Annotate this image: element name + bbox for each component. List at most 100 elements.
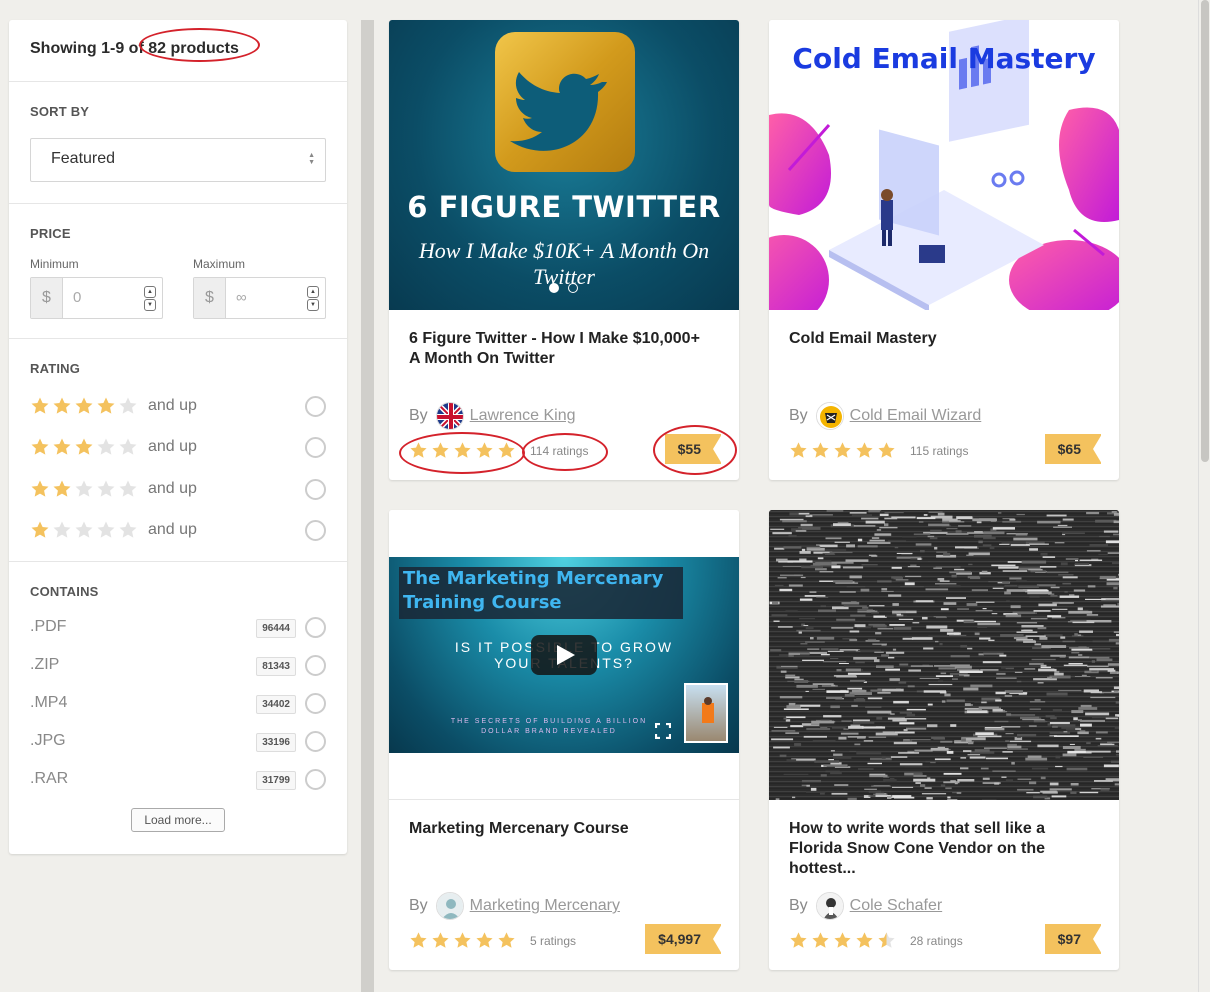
filetype-radio[interactable] bbox=[305, 693, 326, 714]
filetype-rar[interactable]: .RAR 31799 bbox=[30, 768, 326, 792]
product-rating: 28 ratings bbox=[789, 931, 963, 950]
filetype-label: .ZIP bbox=[30, 656, 60, 673]
product-author-line: By Lawrence King bbox=[409, 402, 576, 430]
presenter-thumbnail bbox=[684, 683, 728, 743]
star-icon bbox=[410, 442, 427, 458]
product-thumbnail[interactable] bbox=[769, 510, 1119, 800]
rating-radio[interactable] bbox=[305, 436, 326, 458]
author-avatar[interactable] bbox=[815, 402, 844, 430]
product-card[interactable]: The Marketing Mercenary Training Course … bbox=[389, 510, 739, 970]
step-down-icon[interactable]: ▼ bbox=[307, 298, 319, 311]
star-icon bbox=[454, 442, 471, 458]
star-icon bbox=[75, 438, 93, 455]
play-icon bbox=[557, 645, 575, 665]
product-thumbnail[interactable]: 6 FIGURE TWITTER How I Make $10K+ A Mont… bbox=[389, 20, 739, 310]
star-icon bbox=[97, 438, 115, 455]
sort-title: SORT BY bbox=[30, 104, 90, 119]
page-scrollbar[interactable] bbox=[1198, 0, 1210, 992]
filetype-label: .MP4 bbox=[30, 694, 68, 711]
star-icon bbox=[856, 442, 873, 458]
filetype-radio[interactable] bbox=[305, 731, 326, 752]
star-icon bbox=[53, 438, 71, 455]
static-noise-art bbox=[769, 510, 1119, 800]
rating-option-1[interactable]: and up bbox=[30, 518, 326, 542]
star-icon bbox=[432, 442, 449, 458]
star-icon bbox=[432, 932, 449, 948]
star-icon bbox=[53, 480, 71, 497]
rating-option-4[interactable]: and up bbox=[30, 394, 326, 418]
product-card[interactable]: 6 FIGURE TWITTER How I Make $10K+ A Mont… bbox=[389, 20, 739, 480]
filetype-label: .RAR bbox=[30, 770, 69, 787]
filetype-count: 31799 bbox=[256, 771, 296, 790]
scrollbar-thumb[interactable] bbox=[1201, 0, 1209, 462]
uk-flag-icon bbox=[436, 403, 463, 429]
rating-radio[interactable] bbox=[305, 395, 326, 417]
currency-symbol: $ bbox=[194, 278, 226, 318]
video-player[interactable]: The Marketing Mercenary Training Course … bbox=[389, 557, 739, 753]
rating-radio[interactable] bbox=[305, 519, 326, 541]
product-title[interactable]: 6 Figure Twitter - How I Make $10,000+ A… bbox=[409, 329, 709, 369]
filetype-count: 34402 bbox=[256, 695, 296, 714]
carousel-dot[interactable] bbox=[568, 283, 578, 293]
product-title[interactable]: How to write words that sell like a Flor… bbox=[789, 819, 1089, 879]
step-up-icon[interactable]: ▲ bbox=[307, 285, 319, 298]
author-link[interactable]: Marketing Mercenary bbox=[470, 897, 620, 915]
max-price-stepper[interactable]: ▲ ▼ bbox=[307, 278, 325, 318]
filetype-jpg[interactable]: .JPG 33196 bbox=[30, 730, 326, 754]
thumb-headline: 6 FIGURE TWITTER bbox=[407, 190, 721, 224]
fullscreen-icon[interactable] bbox=[654, 722, 672, 740]
by-label: By bbox=[409, 407, 428, 424]
ratings-count: 5 ratings bbox=[530, 933, 577, 948]
product-thumbnail[interactable]: Cold Email Mastery bbox=[769, 20, 1119, 310]
product-title[interactable]: Marketing Mercenary Course bbox=[409, 819, 709, 839]
rating-option-3[interactable]: and up bbox=[30, 435, 326, 459]
star-icon bbox=[75, 397, 93, 414]
step-down-icon[interactable]: ▼ bbox=[144, 298, 156, 311]
filetype-mp4[interactable]: .MP4 34402 bbox=[30, 692, 326, 716]
product-title[interactable]: Cold Email Mastery bbox=[789, 329, 1089, 349]
author-link[interactable]: Cole Schafer bbox=[850, 897, 943, 915]
filetype-radio[interactable] bbox=[305, 769, 326, 790]
author-avatar[interactable] bbox=[435, 892, 464, 920]
ratings-count: 28 ratings bbox=[910, 933, 963, 948]
author-avatar[interactable] bbox=[435, 402, 464, 430]
min-price-input[interactable]: $ 0 ▲ ▼ bbox=[30, 277, 163, 319]
filetype-pdf[interactable]: .PDF 96444 bbox=[30, 616, 326, 640]
product-card[interactable]: How to write words that sell like a Flor… bbox=[769, 510, 1119, 970]
author-avatar[interactable] bbox=[815, 892, 844, 920]
star-icon bbox=[119, 438, 137, 455]
filter-sidebar: Showing 1-9 of 82 products SORT BY Featu… bbox=[9, 20, 347, 854]
star-icon bbox=[812, 442, 829, 458]
filetype-zip[interactable]: .ZIP 81343 bbox=[30, 654, 326, 678]
by-label: By bbox=[789, 897, 808, 914]
author-link[interactable]: Cold Email Wizard bbox=[850, 407, 982, 425]
sort-select[interactable]: Featured ▲ ▼ bbox=[30, 138, 326, 182]
star-icon bbox=[498, 932, 515, 948]
rating-radio[interactable] bbox=[305, 478, 326, 500]
sort-section: SORT BY Featured ▲ ▼ bbox=[9, 82, 347, 204]
filetype-radio[interactable] bbox=[305, 655, 326, 676]
max-price-input[interactable]: $ ∞ ▲ ▼ bbox=[193, 277, 326, 319]
product-rating: 114 ratings bbox=[409, 441, 588, 460]
star-icon bbox=[878, 442, 895, 458]
thumb-headline: Cold Email Mastery bbox=[792, 42, 1096, 75]
video-tagline: THE SECRETS OF BUILDING A BILLION DOLLAR… bbox=[450, 718, 648, 735]
carousel-dot-active[interactable] bbox=[549, 283, 559, 293]
step-up-icon[interactable]: ▲ bbox=[144, 285, 156, 298]
product-thumbnail[interactable]: The Marketing Mercenary Training Course … bbox=[389, 510, 739, 800]
filetype-radio[interactable] bbox=[305, 617, 326, 638]
author-link[interactable]: Lawrence King bbox=[470, 407, 576, 425]
product-card[interactable]: Cold Email Mastery Cold Email Mastery By… bbox=[769, 20, 1119, 480]
star-icon bbox=[31, 521, 49, 538]
rating-option-2[interactable]: and up bbox=[30, 477, 326, 501]
product-rating: 115 ratings bbox=[789, 441, 968, 460]
by-label: By bbox=[409, 897, 428, 914]
play-button[interactable] bbox=[531, 635, 597, 675]
results-summary: Showing 1-9 of 82 products bbox=[9, 20, 347, 82]
star-icon bbox=[498, 442, 515, 458]
min-price-stepper[interactable]: ▲ ▼ bbox=[144, 278, 162, 318]
price-tag: $4,997 bbox=[645, 924, 722, 954]
currency-symbol: $ bbox=[31, 278, 63, 318]
price-tag: $97 bbox=[1044, 924, 1103, 954]
load-more-button[interactable]: Load more... bbox=[131, 808, 225, 832]
